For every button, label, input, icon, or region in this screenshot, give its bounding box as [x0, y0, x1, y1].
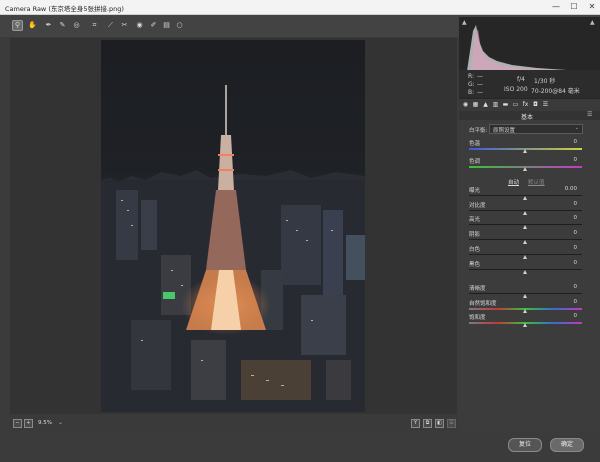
- slider-vibrance-thumb[interactable]: [523, 308, 527, 313]
- iso: ISO 200: [504, 86, 528, 93]
- slider-exposure-label: 曝光: [469, 188, 481, 194]
- maximize-button[interactable]: ☐: [566, 0, 582, 14]
- white-balance-label: 白平衡:: [469, 128, 488, 134]
- preview-image: [101, 40, 365, 412]
- color-sampler-tool-icon[interactable]: ✎: [57, 20, 68, 31]
- slider-highlights-value[interactable]: 0: [574, 215, 578, 221]
- tone-curve-icon[interactable]: ▦: [472, 101, 479, 108]
- shadow-clipping-icon[interactable]: ▲: [462, 19, 467, 26]
- default-button[interactable]: 默认值: [528, 178, 545, 186]
- camera-calibration-icon[interactable]: ◘: [532, 101, 539, 108]
- graduated-filter-icon[interactable]: ▤: [161, 20, 172, 31]
- split-toning-icon[interactable]: ▬: [502, 101, 509, 108]
- slider-temperature-thumb[interactable]: [523, 149, 527, 153]
- slider-exposure-value[interactable]: 0.00: [565, 186, 577, 192]
- slider-shadows-thumb[interactable]: [523, 240, 527, 245]
- ok-button[interactable]: 确定: [550, 438, 584, 452]
- slider-highlights-thumb[interactable]: [523, 225, 527, 230]
- basic-panel-icon[interactable]: ◉: [462, 101, 469, 108]
- slider-contrast-label: 对比度: [469, 202, 486, 209]
- detail-icon[interactable]: ▲: [482, 101, 489, 108]
- zoom-in-button[interactable]: +: [24, 419, 33, 428]
- white-balance-value: 原照设置: [493, 128, 516, 134]
- close-button[interactable]: ✕: [584, 0, 600, 14]
- red-eye-tool-icon[interactable]: ◉: [134, 20, 145, 31]
- slider-tint-thumb[interactable]: [523, 167, 527, 171]
- camera-metadata: R: — G: — B: — f/4 1/30 秒 ISO 200 70-200…: [459, 70, 600, 98]
- zoom-level[interactable]: 9.5%: [38, 420, 52, 426]
- slider-whites-label: 白色: [469, 246, 481, 253]
- panel-tabs: ◉ ▦ ▲ ▥ ▬ ▭ fx ◘ ☰: [459, 99, 600, 111]
- slider-contrast-thumb[interactable]: [523, 210, 527, 215]
- preview-status-bar: − + 9.5% ⌄ Y ⧉ ◧ ☰: [10, 415, 457, 431]
- chevron-down-icon: ⌄: [574, 125, 579, 131]
- zoom-out-button[interactable]: −: [13, 419, 22, 428]
- histogram-graph: [467, 25, 593, 71]
- window-title-bar: Camera Raw (东京塔全身5张拼接.png) — ☐ ✕: [0, 0, 600, 15]
- g-value: —: [477, 81, 483, 88]
- panel-menu-icon[interactable]: ☰: [587, 111, 592, 118]
- crop-tool-icon[interactable]: ⌗: [89, 20, 100, 31]
- zoom-dropdown-icon[interactable]: ⌄: [58, 419, 63, 426]
- lens-corrections-icon[interactable]: ▭: [512, 101, 519, 108]
- slider-saturation-label: 饱和度: [469, 315, 486, 321]
- g-label: G:: [468, 81, 475, 88]
- slider-vibrance-label: 自然饱和度: [469, 300, 497, 307]
- spot-removal-tool-icon[interactable]: ✂: [119, 20, 130, 31]
- slider-clarity-label: 清晰度: [469, 286, 486, 292]
- zoom-tool-icon[interactable]: ⚲: [12, 20, 23, 31]
- shutter-speed: 1/30 秒: [534, 78, 556, 85]
- slider-vibrance-value[interactable]: 0: [574, 299, 578, 305]
- slider-temperature-label: 色温: [469, 141, 481, 147]
- adjustment-brush-icon[interactable]: ✐: [148, 20, 159, 31]
- hand-tool-icon[interactable]: ✋: [27, 20, 38, 31]
- slider-blacks-value[interactable]: 0: [574, 260, 578, 266]
- slider-contrast-value[interactable]: 0: [574, 201, 578, 207]
- auto-button[interactable]: 自动: [508, 178, 519, 186]
- lens-focal-length: 70-200@84 毫米: [531, 88, 580, 95]
- panel-header: 基本 ☰: [459, 111, 600, 121]
- view-mode-y-button[interactable]: Y: [411, 419, 420, 428]
- slider-temperature-value[interactable]: 0: [574, 139, 578, 145]
- slider-shadows-value[interactable]: 0: [574, 230, 578, 236]
- slider-clarity-thumb[interactable]: [523, 294, 527, 298]
- view-swap-button[interactable]: ◧: [435, 419, 444, 428]
- slider-whites-thumb[interactable]: [523, 254, 527, 259]
- slider-shadows-label: 阴影: [469, 232, 481, 239]
- presets-icon[interactable]: ☰: [542, 101, 549, 108]
- r-value: —: [477, 73, 483, 80]
- b-value: —: [477, 89, 483, 96]
- slider-highlights-label: 高光: [469, 217, 481, 224]
- minimize-button[interactable]: —: [548, 0, 564, 14]
- tokyo-tower-night-photo: [101, 40, 365, 412]
- hsl-icon[interactable]: ▥: [492, 101, 499, 108]
- effects-icon[interactable]: fx: [522, 101, 529, 108]
- slider-whites-value[interactable]: 0: [574, 245, 578, 251]
- slider-clarity-value[interactable]: 0: [574, 284, 578, 290]
- white-balance-select[interactable]: 原照设置 ⌄: [489, 124, 583, 134]
- view-settings-button[interactable]: ☰: [447, 419, 456, 428]
- slider-tint-label: 色调: [469, 159, 481, 165]
- white-balance-tool-icon[interactable]: ✒: [43, 20, 54, 31]
- r-label: R:: [468, 73, 475, 80]
- slider-exposure-thumb[interactable]: [523, 196, 527, 200]
- slider-blacks-label: 黑色: [469, 261, 481, 268]
- window-title: Camera Raw (东京塔全身5张拼接.png): [5, 5, 124, 13]
- view-compare-button[interactable]: ⧉: [423, 419, 432, 428]
- slider-tint-value[interactable]: 0: [574, 157, 578, 163]
- slider-saturation-value[interactable]: 0: [574, 313, 578, 319]
- slider-saturation-thumb[interactable]: [523, 323, 527, 327]
- straighten-tool-icon[interactable]: ⟋: [105, 20, 116, 31]
- radial-filter-icon[interactable]: ○: [174, 20, 185, 31]
- reset-button[interactable]: 复位: [508, 438, 542, 452]
- basic-panel: 白平衡: 原照设置 ⌄ 色温 0 色调 0 自动 默认值 曝光 0.00 对比度 0 高光 0 阴…: [459, 120, 600, 430]
- b-label: B:: [468, 89, 475, 96]
- aperture: f/4: [517, 76, 525, 83]
- targeted-adjustment-tool-icon[interactable]: ◎: [71, 20, 82, 31]
- slider-blacks-thumb[interactable]: [523, 269, 527, 274]
